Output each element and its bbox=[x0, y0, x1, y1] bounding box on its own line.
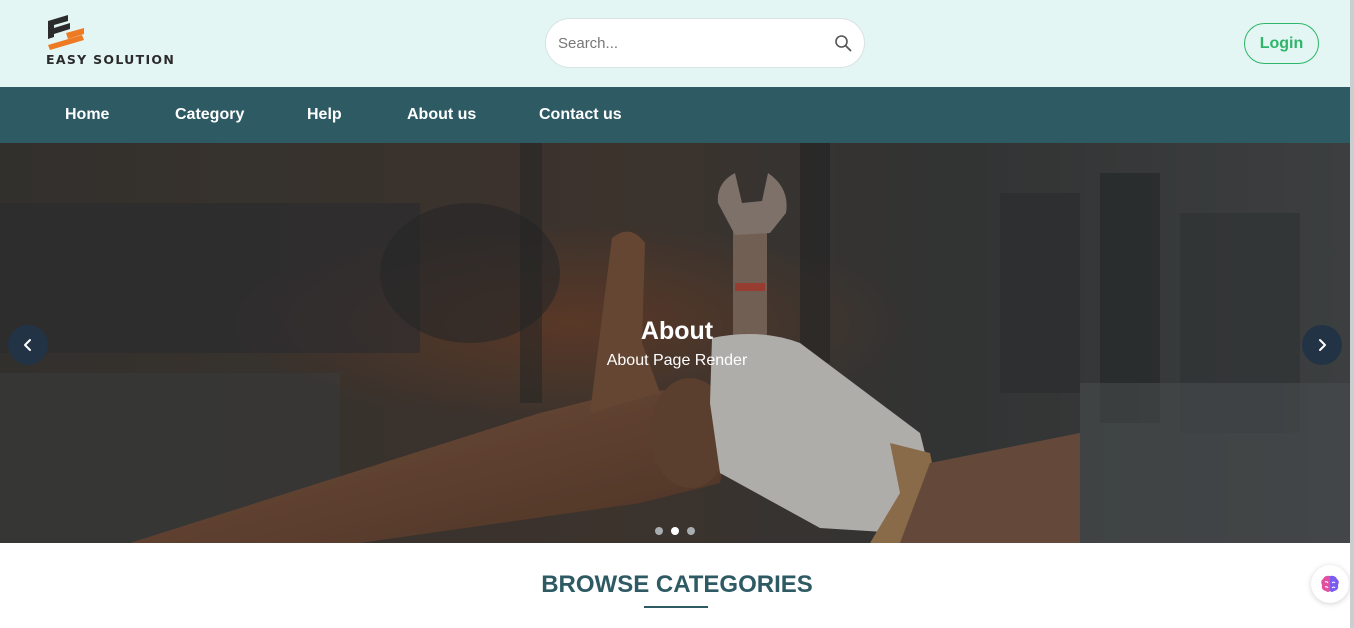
chevron-right-icon bbox=[1319, 339, 1326, 351]
search-box[interactable] bbox=[545, 18, 865, 68]
nav-item-home[interactable]: Home bbox=[65, 87, 109, 143]
chevron-left-icon bbox=[24, 339, 31, 351]
nav-item-about-us[interactable]: About us bbox=[407, 87, 476, 143]
login-button[interactable]: Login bbox=[1244, 23, 1319, 64]
main-nav: Home Category Help About us Contact us bbox=[0, 87, 1354, 143]
carousel-prev-button[interactable] bbox=[8, 325, 48, 365]
nav-item-contact-us[interactable]: Contact us bbox=[539, 87, 622, 143]
carousel-next-button[interactable] bbox=[1302, 325, 1342, 365]
brain-icon bbox=[1321, 575, 1339, 592]
search-icon[interactable] bbox=[834, 34, 852, 52]
carousel-dot-3[interactable] bbox=[687, 527, 695, 535]
heading-underline bbox=[644, 606, 708, 608]
hero-title: About bbox=[640, 317, 714, 345]
logo-mark-icon bbox=[48, 15, 84, 50]
hero-subtitle: About Page Render bbox=[606, 352, 748, 369]
carousel-indicators bbox=[655, 527, 699, 535]
assistant-widget-button[interactable] bbox=[1311, 565, 1349, 603]
carousel-dot-2[interactable] bbox=[671, 527, 679, 535]
brand-logo[interactable]: EASY SOLUTION bbox=[46, 15, 176, 67]
site-header: EASY SOLUTION Login bbox=[0, 0, 1354, 87]
brand-name: EASY SOLUTION bbox=[46, 52, 176, 67]
nav-item-category[interactable]: Category bbox=[175, 87, 244, 143]
nav-item-help[interactable]: Help bbox=[307, 87, 342, 143]
carousel-dot-1[interactable] bbox=[655, 527, 663, 535]
page-scrollbar[interactable] bbox=[1350, 0, 1354, 628]
hero-carousel: About About Page Render bbox=[0, 143, 1354, 543]
search-input[interactable] bbox=[558, 19, 828, 67]
browse-categories-heading: BROWSE CATEGORIES bbox=[541, 571, 813, 598]
